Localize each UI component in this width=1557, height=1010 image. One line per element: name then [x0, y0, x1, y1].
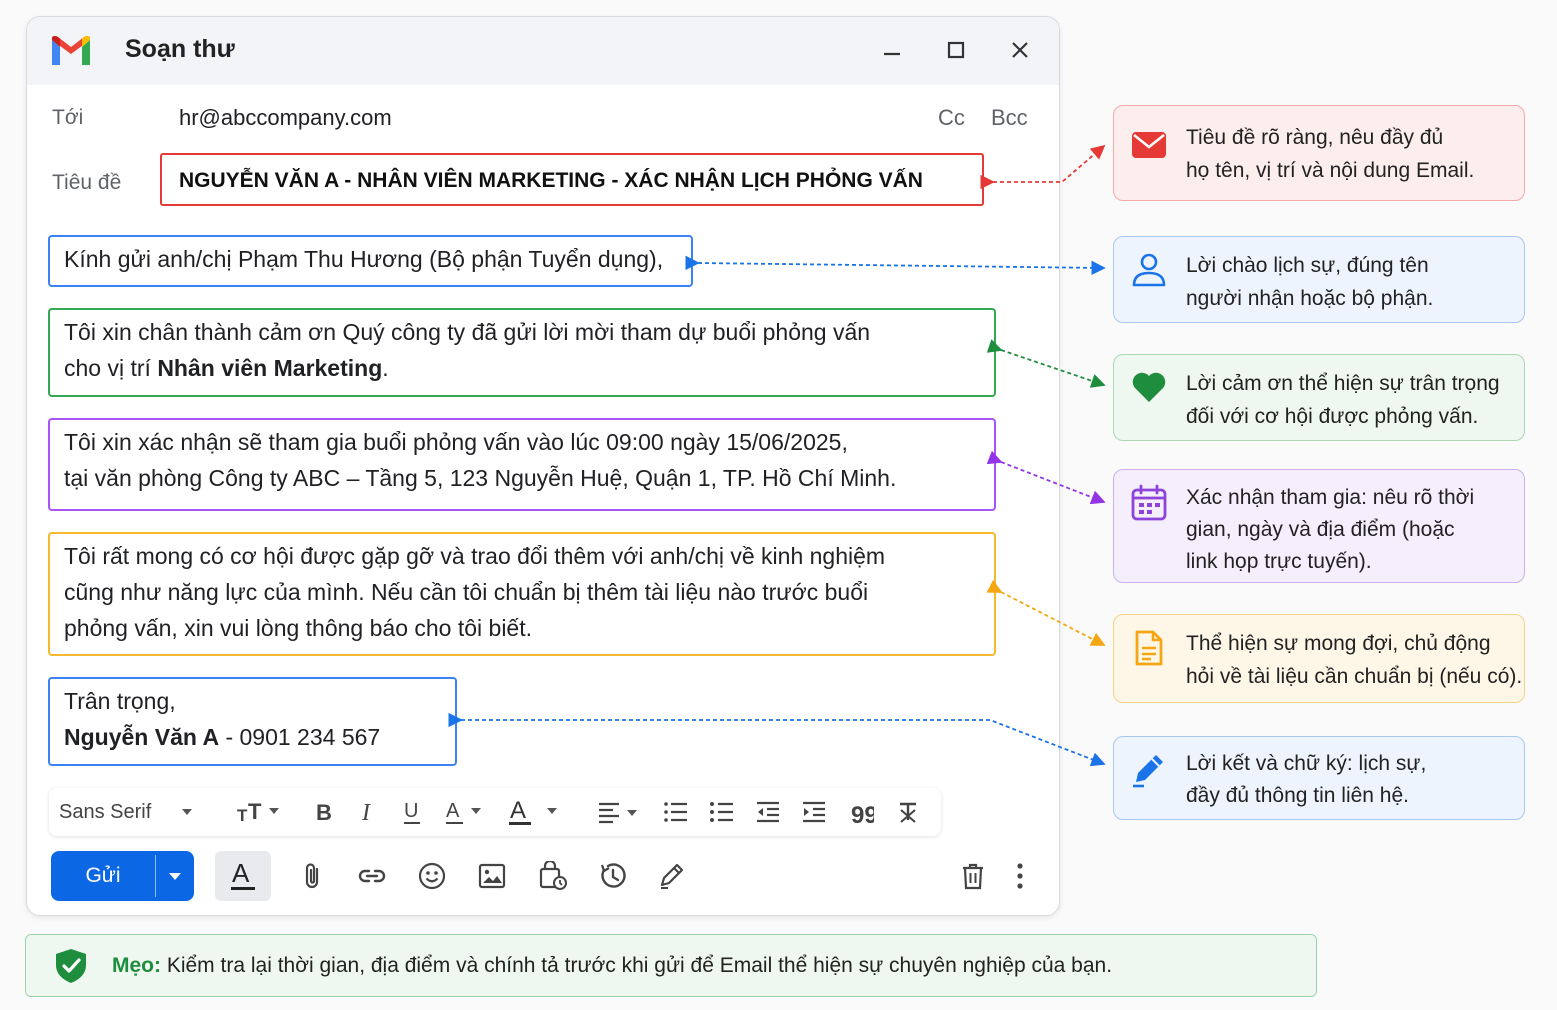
pencil-icon: [1133, 755, 1163, 788]
card-text-line-1: Xác nhận tham gia: nêu rõ thời: [1186, 486, 1475, 509]
card-text-line-1: Thể hiện sự mong đợi, chủ động: [1186, 632, 1491, 655]
shield-check-icon: [56, 949, 86, 983]
card-text-line-2: đối với cơ hội được phỏng vấn.: [1186, 405, 1479, 428]
tip-card-greeting: Lời chào lịch sự, đúng tên người nhận ho…: [1113, 236, 1525, 323]
calendar-icon: [1131, 484, 1167, 521]
document-icon: [1135, 630, 1163, 666]
tip-card-thanks: Lời cảm ơn thể hiện sự trân trọng đối vớ…: [1113, 354, 1525, 441]
user-icon: [1132, 253, 1166, 287]
tip-message: Kiểm tra lại thời gian, địa điểm và chín…: [161, 954, 1113, 977]
tip-text: Mẹo: Kiểm tra lại thời gian, địa điểm và…: [112, 954, 1112, 978]
card-text-line-1: Lời kết và chữ ký: lịch sự,: [1186, 752, 1427, 775]
card-text-line-2: họ tên, vị trí và nội dung Email.: [1186, 159, 1475, 182]
tip-card-expectation: Thể hiện sự mong đợi, chủ động hỏi về tà…: [1113, 614, 1525, 703]
connector-confirm: [986, 450, 1106, 505]
connector-expectation: [986, 579, 1106, 646]
card-text-line-2: người nhận hoặc bộ phận.: [1186, 287, 1434, 310]
tip-card-confirm: Xác nhận tham gia: nêu rõ thời gian, ngà…: [1113, 469, 1525, 583]
card-text-line-1: Lời cảm ơn thể hiện sự trân trọng: [1186, 372, 1500, 395]
card-text-line-1: Tiêu đề rõ ràng, nêu đầy đủ: [1186, 126, 1444, 149]
connector-subject: [980, 144, 1106, 190]
tip-card-signature: Lời kết và chữ ký: lịch sự, đầy đủ thông…: [1113, 736, 1525, 820]
connector-greeting: [685, 255, 1106, 276]
card-text-line-1: Lời chào lịch sự, đúng tên: [1186, 254, 1429, 277]
heart-icon: [1132, 372, 1166, 402]
connector-signature: [448, 712, 1106, 767]
card-text-line-2: đầy đủ thông tin liên hệ.: [1186, 784, 1410, 807]
tip-label: Mẹo:: [112, 954, 161, 977]
card-text-line-3: link họp trực tuyến).: [1186, 550, 1372, 573]
tip-banner: Mẹo: Kiểm tra lại thời gian, địa điểm và…: [25, 934, 1317, 997]
connector-thanks: [986, 339, 1106, 388]
card-text-line-2: gian, ngày và địa điểm (hoặc: [1186, 518, 1455, 541]
tip-card-subject: Tiêu đề rõ ràng, nêu đầy đủ họ tên, vị t…: [1113, 105, 1525, 201]
mail-icon: [1132, 132, 1166, 158]
card-text-line-2: hỏi về tài liệu cần chuẩn bị (nếu có).: [1186, 665, 1523, 688]
